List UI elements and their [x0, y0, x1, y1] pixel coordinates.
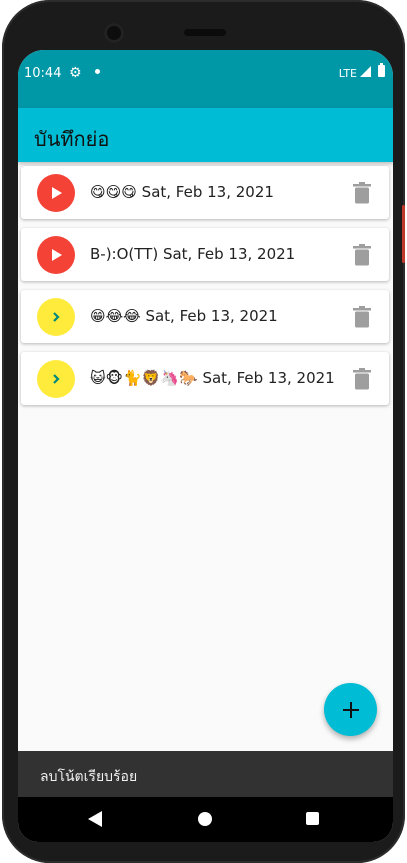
screen: 10:44 ⚙ LTE บันทึกย่อ 😋😋😋 Sat, Feb 13, 2… — [18, 50, 393, 842]
snackbar: ลบโน้ตเรียบร้อย — [18, 751, 393, 797]
front-camera — [104, 23, 124, 43]
trash-icon[interactable] — [353, 368, 371, 390]
note-item[interactable]: 😋😋😋 Sat, Feb 13, 2021 — [21, 166, 389, 219]
home-icon[interactable] — [198, 812, 212, 826]
note-item[interactable]: 😺🐵🐈🦁🦄🐎 Sat, Feb 13, 2021 — [21, 352, 389, 405]
recents-icon[interactable] — [306, 812, 319, 825]
network-type-label: LTE — [338, 67, 357, 80]
navigation-bar — [18, 797, 393, 842]
earpiece-speaker — [184, 29, 226, 36]
status-time: 10:44 — [24, 66, 62, 81]
plus-icon — [342, 701, 359, 718]
gear-icon: ⚙ — [69, 65, 82, 81]
play-button[interactable] — [37, 174, 75, 212]
play-icon — [52, 249, 62, 261]
play-button[interactable] — [37, 236, 75, 274]
play-icon — [52, 187, 62, 199]
chevron-right-icon — [53, 374, 60, 384]
status-bar: 10:44 ⚙ LTE — [18, 50, 393, 108]
back-icon[interactable] — [88, 811, 102, 827]
trash-icon[interactable] — [353, 244, 371, 266]
open-note-button[interactable] — [37, 360, 75, 398]
note-title: 😁😂😂 Sat, Feb 13, 2021 — [90, 307, 278, 325]
open-note-button[interactable] — [37, 298, 75, 336]
add-note-button[interactable] — [324, 683, 377, 736]
note-item[interactable]: B-):O(TT) Sat, Feb 13, 2021 — [21, 228, 389, 281]
note-title: 😺🐵🐈🦁🦄🐎 Sat, Feb 13, 2021 — [90, 369, 335, 387]
trash-icon[interactable] — [353, 182, 371, 204]
note-title: 😋😋😋 Sat, Feb 13, 2021 — [90, 183, 274, 201]
app-bar: บันทึกย่อ — [18, 108, 393, 162]
signal-icon — [360, 66, 371, 77]
notification-dot-icon — [95, 69, 100, 74]
chevron-right-icon — [53, 312, 60, 322]
phone-frame: 10:44 ⚙ LTE บันทึกย่อ 😋😋😋 Sat, Feb 13, 2… — [2, 0, 405, 863]
app-title: บันทึกย่อ — [34, 127, 110, 151]
note-list: 😋😋😋 Sat, Feb 13, 2021 B-):O(TT) Sat, Feb… — [21, 166, 389, 414]
snackbar-message: ลบโน้ตเรียบร้อย — [40, 769, 138, 785]
battery-icon — [378, 63, 385, 77]
trash-icon[interactable] — [353, 306, 371, 328]
power-button — [402, 205, 405, 263]
note-title: B-):O(TT) Sat, Feb 13, 2021 — [90, 245, 296, 263]
note-item[interactable]: 😁😂😂 Sat, Feb 13, 2021 — [21, 290, 389, 343]
